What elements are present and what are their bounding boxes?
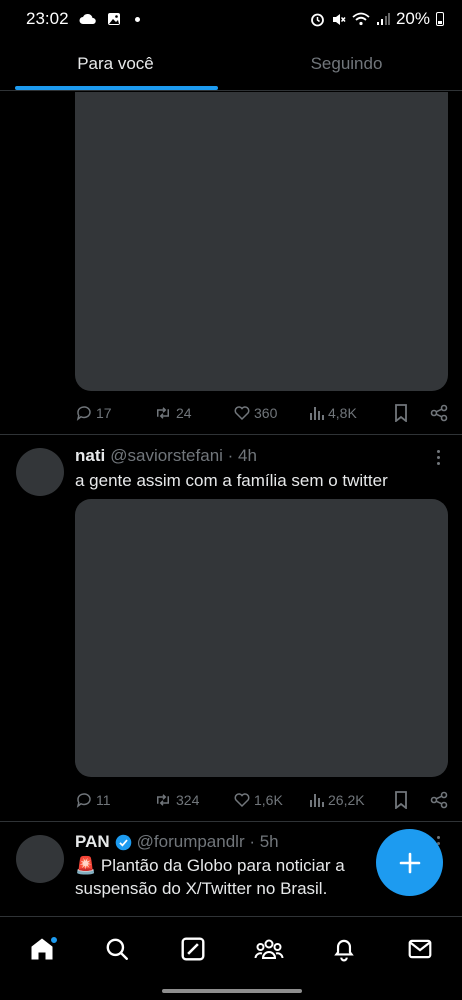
tab-para-voce[interactable]: Para você	[0, 38, 231, 90]
repost-button[interactable]: 24	[153, 404, 233, 422]
post-actions: 17 24 360 4,8K	[75, 401, 448, 425]
notifications-icon	[334, 939, 355, 962]
views-icon	[310, 794, 324, 807]
bookmark-icon	[395, 404, 407, 422]
status-bar: 23:02 20%	[0, 0, 462, 38]
wifi-icon	[352, 12, 370, 26]
heart-icon	[234, 793, 250, 808]
compose-button[interactable]	[376, 829, 443, 896]
repost-count: 24	[176, 405, 192, 421]
views-icon	[310, 407, 324, 420]
like-button[interactable]: 1,6K	[233, 791, 309, 809]
post-header: nati @saviorstefani · 4h	[75, 446, 257, 466]
dot-icon	[134, 16, 140, 22]
post-text: 🚨 Plantão da Globo para noticiar a suspe…	[75, 854, 345, 900]
author-handle[interactable]: @saviorstefani · 4h	[110, 446, 257, 466]
reply-button[interactable]: 11	[75, 791, 153, 809]
active-tab-indicator	[15, 86, 218, 90]
search-icon	[107, 938, 129, 960]
battery-percent: 20%	[395, 9, 430, 28]
like-button[interactable]: 360	[233, 404, 309, 422]
share-button[interactable]	[423, 791, 448, 809]
reply-count: 11	[96, 792, 111, 808]
cloud-icon	[79, 13, 96, 24]
heart-icon	[234, 406, 250, 421]
signal-icon	[376, 13, 390, 25]
bookmark-button[interactable]	[393, 404, 423, 422]
bottom-navigation	[0, 916, 462, 1000]
alarm-icon	[311, 13, 324, 26]
post-actions: 11 324 1,6K 26,2K	[75, 788, 448, 812]
siren-emoji: 🚨	[75, 856, 97, 875]
repost-count: 324	[176, 792, 200, 808]
tab-seguindo[interactable]: Seguindo	[231, 38, 462, 90]
repost-icon	[157, 407, 169, 419]
author-handle[interactable]: @forumpandlr · 5h	[137, 832, 279, 852]
bookmark-icon	[395, 791, 407, 809]
communities-icon	[254, 939, 284, 959]
like-count: 1,6K	[254, 792, 283, 808]
more-options-icon[interactable]	[434, 450, 442, 465]
post-divider	[0, 434, 462, 435]
messages-icon	[408, 939, 432, 959]
reply-count: 17	[96, 405, 112, 421]
share-button[interactable]	[423, 404, 448, 422]
nav-notifications[interactable]	[320, 925, 368, 973]
reply-icon	[76, 406, 91, 421]
repost-icon	[157, 794, 169, 806]
verified-badge-icon	[115, 834, 131, 850]
new-posts-dot	[49, 936, 58, 944]
gallery-icon	[107, 13, 120, 25]
gesture-bar[interactable]	[162, 989, 302, 993]
battery-icon	[436, 12, 444, 26]
post-text-line: Plantão da Globo para noticiar a	[100, 856, 345, 875]
repost-button[interactable]: 324	[153, 791, 233, 809]
share-icon	[430, 404, 448, 422]
status-time: 23:02	[26, 9, 69, 28]
nav-messages[interactable]	[396, 925, 444, 973]
nav-search[interactable]	[93, 925, 141, 973]
author-name[interactable]: PAN	[75, 832, 110, 852]
reply-button[interactable]: 17	[75, 404, 153, 422]
post-text-line: suspensão do X/Twitter no Brasil.	[75, 879, 328, 898]
nav-grok[interactable]	[169, 925, 217, 973]
reply-icon	[76, 793, 91, 808]
post-media[interactable]	[75, 499, 448, 777]
author-name[interactable]: nati	[75, 446, 105, 466]
nav-home[interactable]	[18, 925, 66, 973]
views-count: 26,2K	[328, 792, 365, 808]
views-button[interactable]: 26,2K	[309, 792, 393, 808]
avatar[interactable]	[16, 448, 64, 496]
share-icon	[430, 791, 448, 809]
post-media[interactable]	[75, 92, 448, 391]
post-header: PAN @forumpandlr · 5h	[75, 832, 279, 852]
views-count: 4,8K	[328, 405, 357, 421]
tab-label: Para você	[77, 54, 154, 73]
post-divider	[0, 821, 462, 822]
timeline-tabs: Para você Seguindo	[0, 38, 462, 91]
like-count: 360	[254, 405, 278, 421]
plus-icon	[399, 852, 420, 873]
post-text: a gente assim com a família sem o twitte…	[75, 471, 388, 490]
avatar[interactable]	[16, 835, 64, 883]
nav-communities[interactable]	[245, 925, 293, 973]
views-button[interactable]: 4,8K	[309, 405, 393, 421]
bookmark-button[interactable]	[393, 791, 423, 809]
grok-icon	[181, 937, 205, 961]
tab-label: Seguindo	[310, 54, 383, 73]
mute-icon	[332, 13, 346, 25]
